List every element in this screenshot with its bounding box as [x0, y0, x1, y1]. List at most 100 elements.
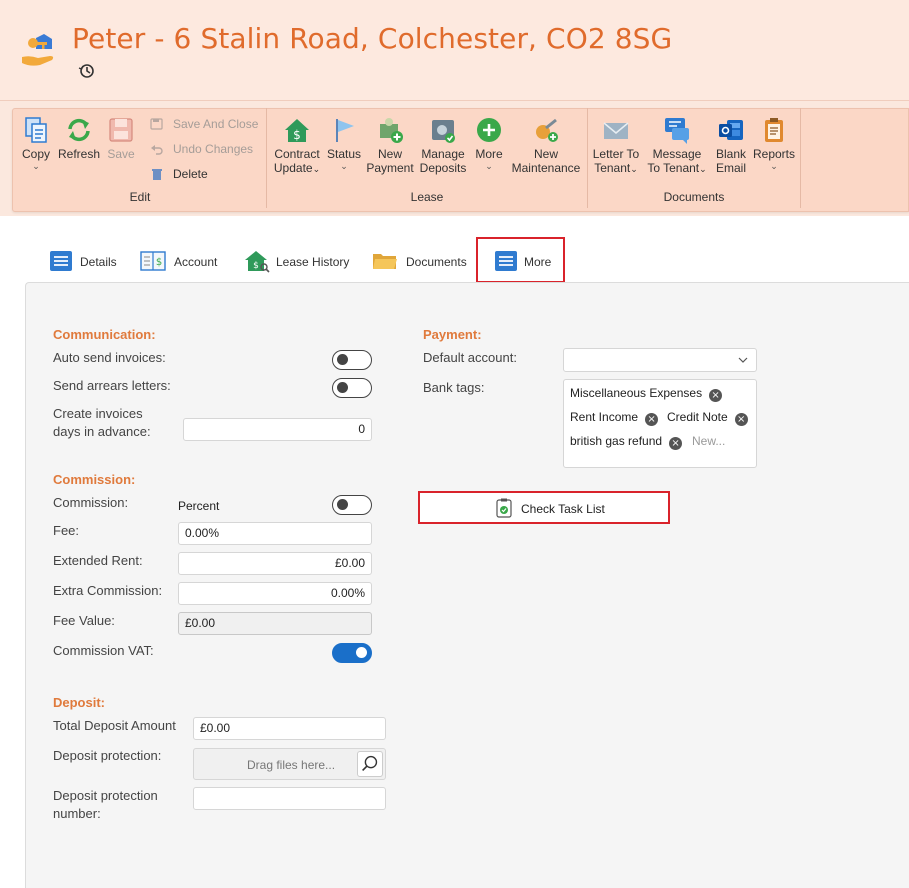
chevron-down-icon: ⌄	[485, 161, 493, 171]
remove-tag-icon[interactable]: ×	[734, 413, 748, 426]
list-icon	[495, 251, 517, 271]
save-and-close-button[interactable]: Save And Close	[150, 117, 258, 131]
bank-tags-label: Bank tags:	[423, 380, 485, 395]
commission-vat-toggle[interactable]	[332, 643, 372, 663]
check-task-list-label: Check Task List	[521, 502, 605, 516]
browse-file-button[interactable]	[357, 751, 383, 777]
auto-send-invoices-toggle[interactable]	[332, 350, 372, 370]
chat-message-icon	[665, 118, 689, 144]
chevron-down-icon: ⌄	[699, 164, 707, 174]
house-money-icon: $	[285, 119, 309, 142]
lease-more-button[interactable]: More ⌄	[472, 116, 506, 171]
send-arrears-letters-toggle[interactable]	[332, 378, 372, 398]
message-to-tenant-button[interactable]: Message To Tenant⌄	[644, 116, 710, 176]
bank-tag: Rent Income ×	[570, 410, 659, 426]
extended-rent-input[interactable]: £0.00	[178, 552, 372, 575]
total-deposit-input[interactable]: £0.00	[193, 717, 386, 740]
days-in-advance-input[interactable]: 0	[183, 418, 372, 441]
remove-tag-icon[interactable]: ×	[709, 389, 723, 402]
auto-send-invoices-label: Auto send invoices:	[53, 350, 166, 365]
new-tag-input[interactable]: New...	[692, 434, 725, 448]
extended-rent-label: Extended Rent:	[53, 553, 143, 568]
contract-update-button[interactable]: $ Contract Update⌄	[270, 116, 324, 176]
envelope-icon	[603, 122, 629, 139]
new-payment-label-2: Payment	[366, 161, 414, 175]
status-button[interactable]: Status ⌄	[326, 116, 362, 171]
tab-documents-label: Documents	[406, 255, 467, 269]
delete-button[interactable]: Delete	[150, 167, 208, 181]
history-icon[interactable]	[78, 62, 96, 80]
save-icon	[109, 118, 133, 142]
manage-deposits-button[interactable]: Manage Deposits	[418, 116, 468, 175]
tab-lease-history[interactable]: $ Lease History	[244, 245, 354, 283]
chevron-down-icon: ⌄	[770, 161, 778, 171]
chevron-down-icon	[738, 357, 748, 363]
save-close-icon	[150, 118, 163, 130]
lease-group-label: Lease	[410, 190, 444, 204]
blank-email-button[interactable]: Blank Email	[712, 116, 750, 175]
search-icon	[362, 755, 378, 772]
manage-deposits-label-2: Deposits	[419, 161, 467, 175]
remove-tag-icon[interactable]: ×	[645, 413, 659, 426]
payment-heading: Payment:	[423, 327, 482, 342]
reports-button[interactable]: Reports ⌄	[752, 116, 796, 171]
tab-more[interactable]: More	[493, 245, 557, 283]
tab-documents[interactable]: Documents	[372, 245, 468, 283]
save-button[interactable]: Save	[105, 116, 137, 161]
deposit-protection-number-input[interactable]	[193, 787, 386, 810]
ribbon-separator	[800, 108, 801, 208]
ledger-book-icon: $	[140, 251, 166, 271]
svg-text:$: $	[293, 128, 301, 142]
check-task-list-button[interactable]: Check Task List	[418, 491, 670, 524]
copy-label: Copy	[21, 147, 50, 161]
page-title: Peter - 6 Stalin Road, Colchester, CO2 8…	[72, 22, 673, 55]
commission-label: Commission:	[53, 495, 129, 510]
undo-changes-button[interactable]: Undo Changes	[150, 142, 253, 156]
new-maintenance-button[interactable]: New Maintenance	[510, 116, 582, 175]
letter-to-tenant-label-2: Tenant	[594, 161, 631, 175]
tab-details[interactable]: Details	[48, 245, 120, 283]
deposit-heading: Deposit:	[53, 695, 105, 710]
bank-tag-label: british gas refund	[570, 434, 663, 448]
deposit-protection-label: Deposit protection:	[53, 748, 162, 763]
refresh-button[interactable]: Refresh	[57, 116, 101, 161]
bank-tag: british gas refund ×	[570, 434, 683, 450]
svg-text:$: $	[253, 261, 259, 271]
delete-label: Delete	[173, 167, 208, 181]
commission-mode-value: Percent	[178, 499, 220, 513]
flag-icon	[336, 119, 354, 142]
new-payment-button[interactable]: New Payment	[366, 116, 414, 175]
bank-tag-label: Rent Income	[570, 410, 639, 424]
bank-tag-label: Credit Note	[667, 410, 728, 424]
commission-mode-toggle[interactable]	[332, 495, 372, 515]
fee-value-label: Fee Value:	[53, 613, 115, 628]
create-invoices-label-1: Create invoices	[53, 406, 143, 421]
message-to-tenant-label-1: Message	[652, 147, 702, 161]
tab-account-label: Account	[174, 255, 218, 269]
lease-more-label: More	[475, 147, 503, 161]
new-maintenance-label-1: New	[533, 147, 558, 161]
tab-details-label: Details	[80, 255, 117, 269]
commission-vat-label: Commission VAT:	[53, 643, 154, 658]
tab-account[interactable]: $ Account	[140, 245, 222, 283]
contract-update-label-1: Contract	[274, 147, 320, 161]
toggle-knob	[337, 499, 348, 510]
deposit-protection-number-label-1: Deposit protection	[53, 788, 158, 803]
fee-input[interactable]: 0.00%	[178, 522, 372, 545]
remove-tag-icon[interactable]: ×	[669, 437, 683, 450]
deposit-protection-number-label-2: number:	[53, 806, 101, 821]
letter-to-tenant-button[interactable]: Letter To Tenant⌄	[590, 116, 642, 176]
bank-tag-label: Miscellaneous Expenses	[570, 386, 703, 400]
payment-add-icon	[380, 118, 403, 143]
blank-email-label-1: Blank	[715, 147, 747, 161]
fee-label: Fee:	[53, 523, 80, 538]
manage-deposits-label-1: Manage	[421, 147, 465, 161]
copy-button[interactable]: Copy ⌄	[20, 116, 52, 171]
house-search-icon: $	[245, 251, 270, 273]
chevron-down-icon: ⌄	[340, 161, 348, 171]
extra-commission-input[interactable]: 0.00%	[178, 582, 372, 605]
toggle-knob	[337, 382, 348, 393]
default-account-select[interactable]	[563, 348, 757, 372]
safe-icon	[432, 120, 455, 143]
deposit-protection-file-drop[interactable]: Drag files here...	[193, 748, 386, 780]
